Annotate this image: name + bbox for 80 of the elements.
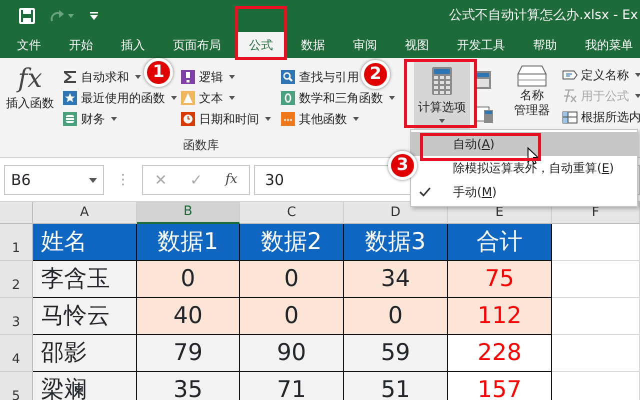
row-header[interactable]: 1	[0, 224, 33, 261]
name-box[interactable]: B6	[4, 165, 104, 195]
column-header[interactable]: B	[137, 202, 240, 224]
ring-book-icon	[280, 90, 296, 106]
menu-item[interactable]: 自动(A)	[411, 132, 637, 156]
formula-icon	[562, 88, 578, 104]
table-cell: 71	[240, 372, 344, 400]
column-header[interactable]: D	[344, 202, 448, 224]
function-menu-button[interactable]: 其他函数	[278, 108, 361, 129]
star-book-icon	[62, 90, 78, 106]
name-command-button[interactable]: 定义名称	[560, 64, 640, 85]
triangle-book-icon	[180, 90, 196, 106]
table-cell: 34	[344, 261, 448, 298]
save-icon[interactable]	[19, 8, 35, 24]
header-cell: 数据1	[137, 224, 240, 261]
caret-icon	[439, 119, 445, 123]
table-cell: 0	[137, 261, 240, 298]
table-icon	[562, 108, 578, 124]
ribbon-tab[interactable]: 审阅	[339, 32, 391, 58]
table-cell: 228	[448, 335, 552, 372]
check-icon	[419, 187, 431, 197]
table-cell: 梁斓	[33, 372, 137, 400]
header-cell: 数据2	[240, 224, 344, 261]
menu-item[interactable]: 手动(M)	[411, 180, 637, 204]
ribbon-tab[interactable]: 帮助	[519, 32, 571, 58]
ribbon-tab[interactable]: 数据	[287, 32, 339, 58]
ribbon-tab[interactable]: 开始	[55, 32, 107, 58]
table-cell: 79	[137, 335, 240, 372]
table-cell: 马怜云	[33, 298, 137, 335]
calc-options-button[interactable]: 计算选项	[414, 62, 470, 130]
customize-icon[interactable]	[90, 12, 98, 20]
row-header[interactable]: 2	[0, 261, 33, 298]
function-menu-button[interactable]: 数学和三角函数	[278, 87, 397, 108]
clock-book-icon	[180, 110, 196, 126]
ribbon-tab[interactable]: 页面布局	[159, 32, 235, 58]
function-menu-button[interactable]: 逻辑	[178, 66, 237, 87]
sigma-icon	[62, 68, 78, 84]
function-menu-button[interactable]: 日期和时间	[178, 108, 273, 129]
table-cell: 75	[448, 261, 552, 298]
header-cell: 数据3	[344, 224, 448, 261]
row-header[interactable]: 5	[0, 372, 33, 400]
table-cell: 112	[448, 298, 552, 335]
header-cell: 合计	[448, 224, 552, 261]
ribbon-tab[interactable]: 视图	[391, 32, 443, 58]
table-cell: 邵影	[33, 335, 137, 372]
insert-function-button[interactable]: fx 插入函数	[0, 58, 60, 157]
insert-function-button[interactable]: fx	[225, 170, 238, 190]
function-menu-button[interactable]: 财务	[60, 108, 119, 129]
table-cell: 李含玉	[33, 261, 137, 298]
header-cell: 姓名	[33, 224, 137, 261]
calculator-icon	[431, 66, 453, 96]
table-cell: 0	[344, 298, 448, 335]
table-cell: 40	[137, 298, 240, 335]
dots-book-icon	[280, 110, 296, 126]
function-menu-button[interactable]: 自动求和	[60, 66, 143, 87]
group-label: 函数库	[183, 137, 219, 154]
ribbon-tab[interactable]: 文件	[3, 32, 55, 58]
table-cell: 90	[240, 335, 344, 372]
function-menu-button[interactable]: 最近使用的函数	[60, 87, 179, 108]
window-title: 公式不自动计算怎么办.xlsx - Ex	[449, 7, 639, 26]
row-header[interactable]: 3	[0, 298, 33, 335]
magnifier-book-icon	[280, 68, 296, 84]
column-header[interactable]: C	[240, 202, 344, 224]
row-header[interactable]: 4	[0, 335, 33, 372]
ribbon-tab[interactable]: 插入	[107, 32, 159, 58]
function-menu-button[interactable]: 查找与引用	[278, 66, 361, 87]
ribbon-tab[interactable]: 开发工具	[443, 32, 519, 58]
table-cell: 51	[344, 372, 448, 400]
column-header[interactable]: A	[33, 202, 137, 224]
caret-icon[interactable]	[89, 178, 97, 182]
striped-book-icon	[62, 110, 78, 126]
exclamation-book-icon	[180, 68, 196, 84]
table-cell: 59	[344, 335, 448, 372]
table-cell: 0	[240, 298, 344, 335]
name-command-button[interactable]: 根据所选内	[560, 106, 640, 127]
function-menu-button[interactable]: 文本	[178, 87, 237, 108]
ribbon-tab[interactable]: 我的菜单	[571, 32, 640, 58]
table-cell: 0	[240, 261, 344, 298]
table-cell: 35	[137, 372, 240, 400]
highlight-frame	[235, 6, 287, 60]
